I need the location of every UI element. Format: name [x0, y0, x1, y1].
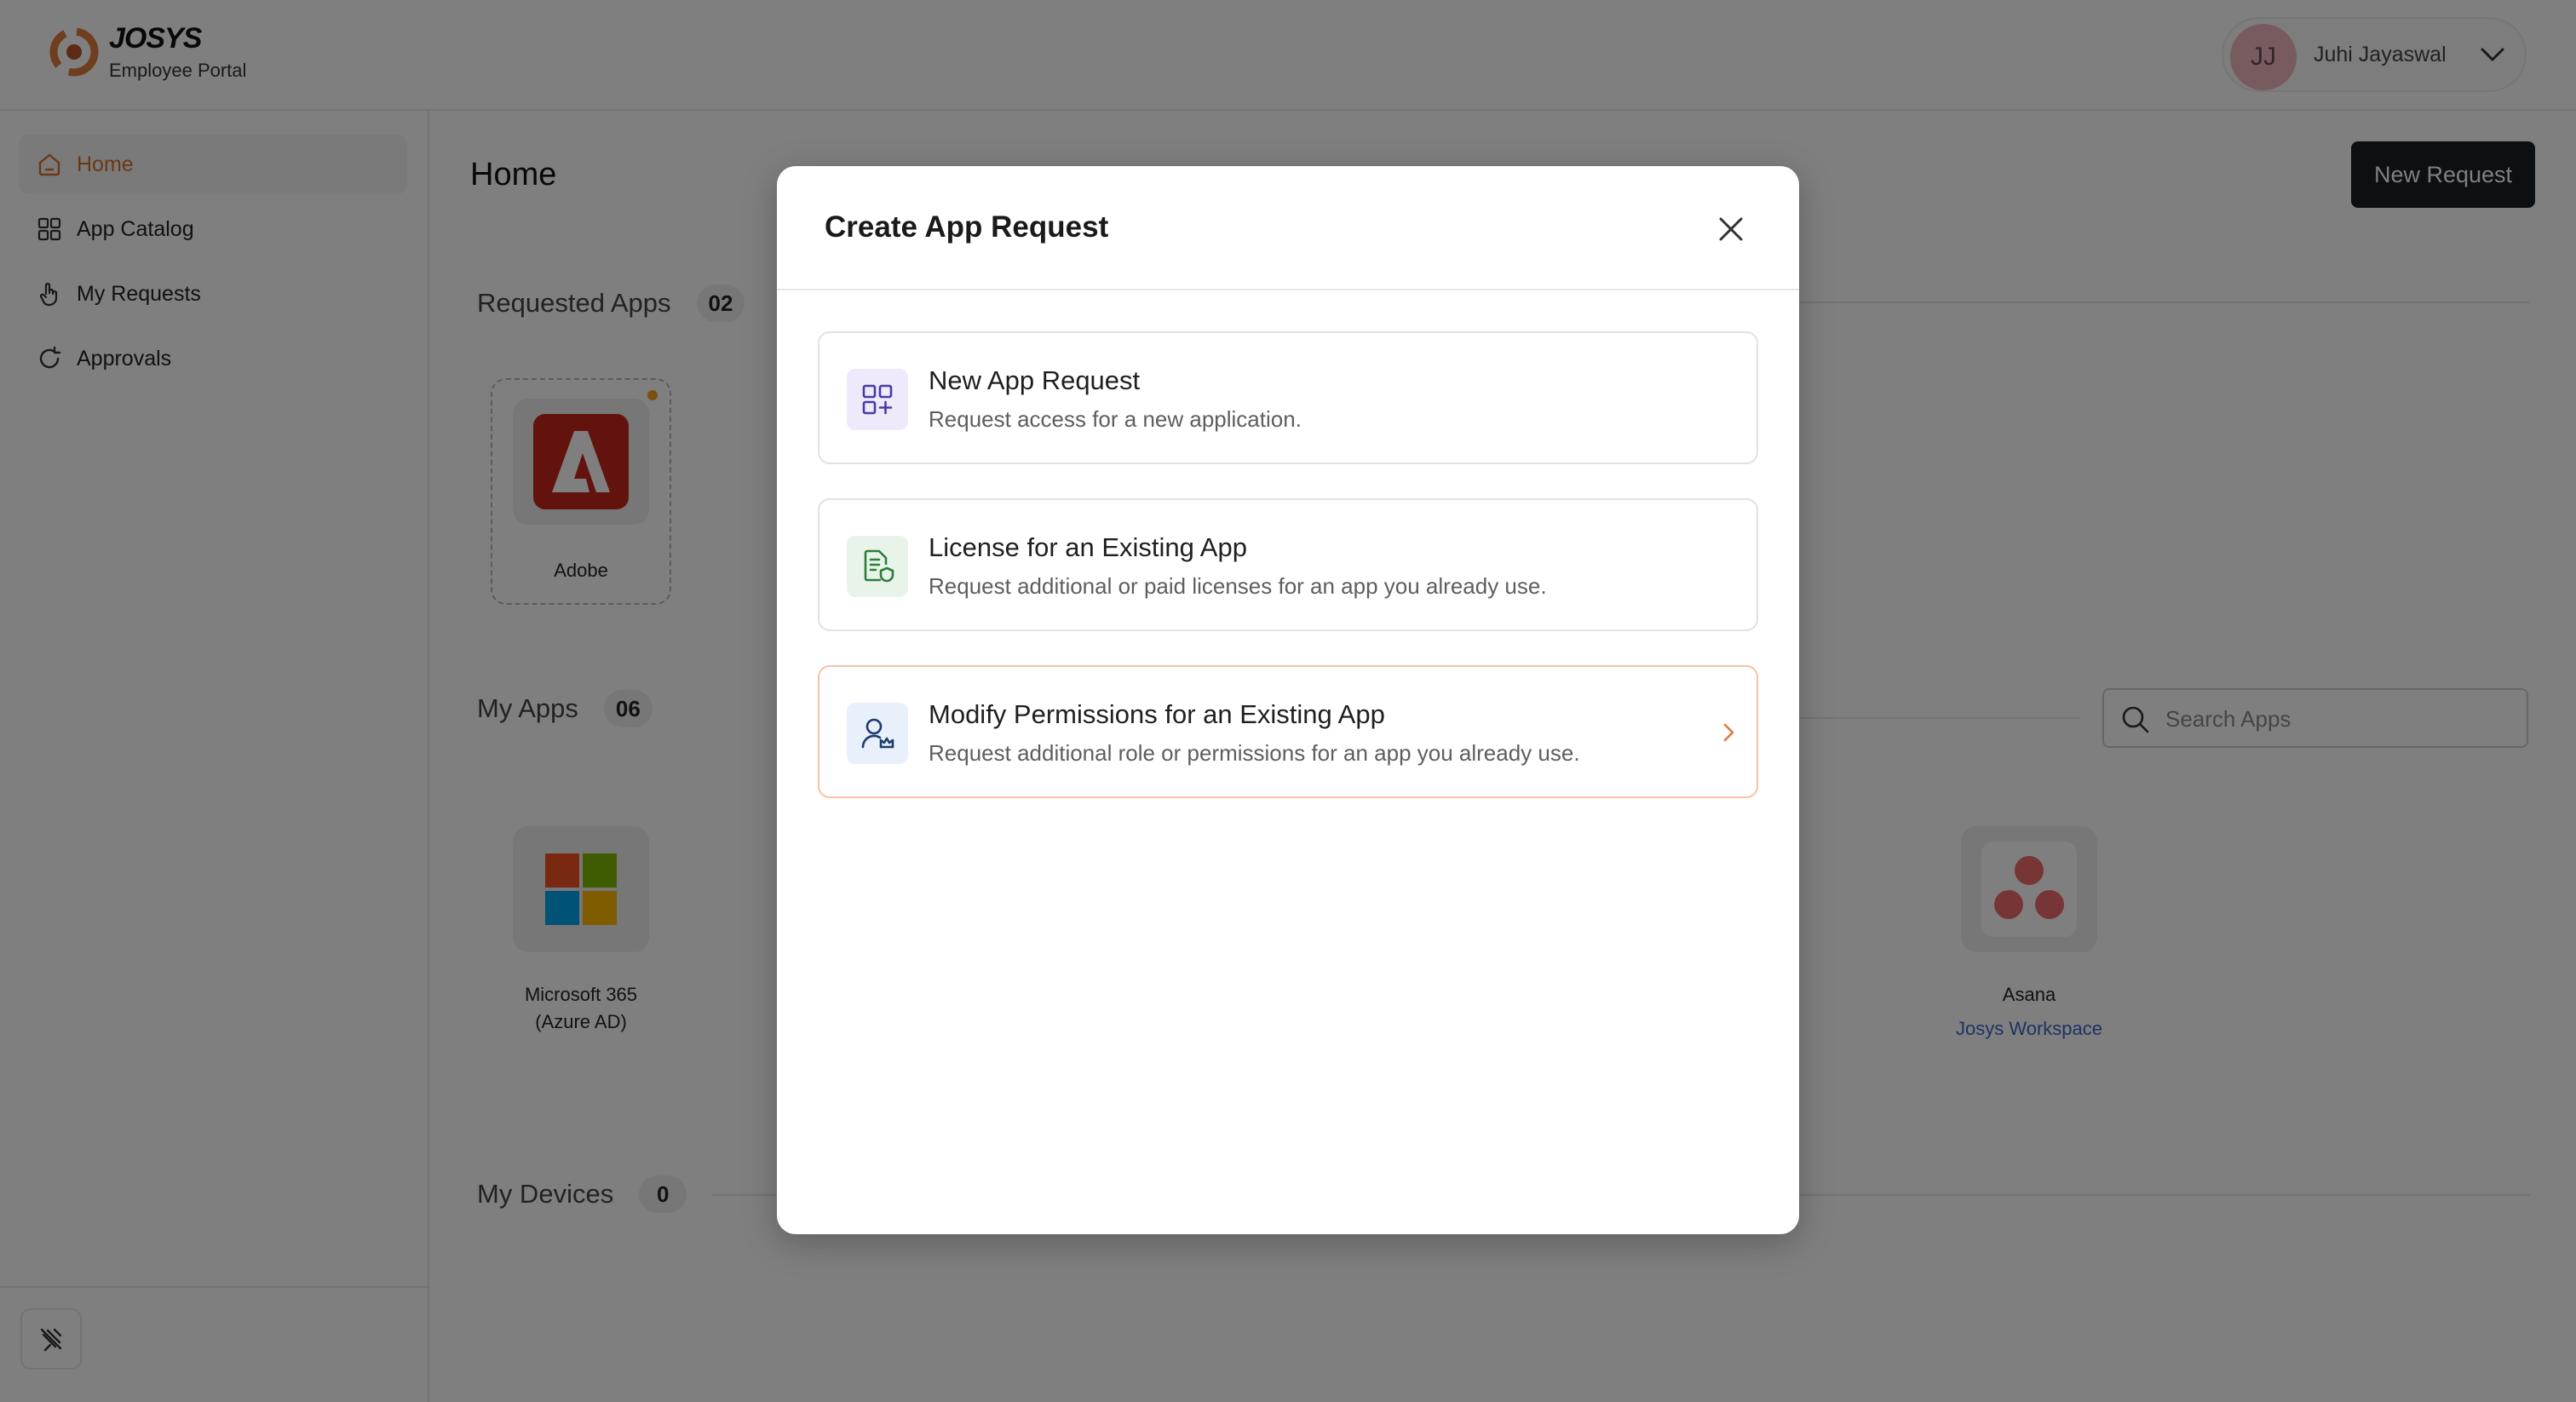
license-document-icon	[864, 549, 894, 583]
option-new-app-request[interactable]: New App Request Request access for a new…	[818, 331, 1758, 464]
option-license-existing-app[interactable]: License for an Existing App Request addi…	[818, 498, 1758, 631]
option-description: Request additional or paid licenses for …	[929, 573, 1547, 599]
close-button[interactable]	[1711, 209, 1751, 250]
option-description: Request access for a new application.	[929, 406, 1302, 432]
option-description: Request additional role or permissions f…	[929, 740, 1580, 766]
create-app-request-modal: Create App Request New App Request Reque…	[777, 166, 1799, 1234]
apps-add-icon	[862, 384, 893, 415]
option-title: License for an Existing App	[929, 532, 1247, 562]
close-icon	[1719, 217, 1743, 241]
modal-divider	[777, 289, 1799, 290]
option-icon	[847, 536, 908, 597]
option-icon	[847, 369, 908, 430]
option-icon	[847, 703, 908, 764]
modal-title: Create App Request	[825, 210, 1109, 244]
chevron-right-icon	[1723, 723, 1734, 742]
option-modify-permissions[interactable]: Modify Permissions for an Existing App R…	[818, 665, 1758, 798]
option-title: New App Request	[929, 365, 1141, 395]
option-title: Modify Permissions for an Existing App	[929, 699, 1385, 729]
user-permissions-icon	[861, 718, 894, 749]
